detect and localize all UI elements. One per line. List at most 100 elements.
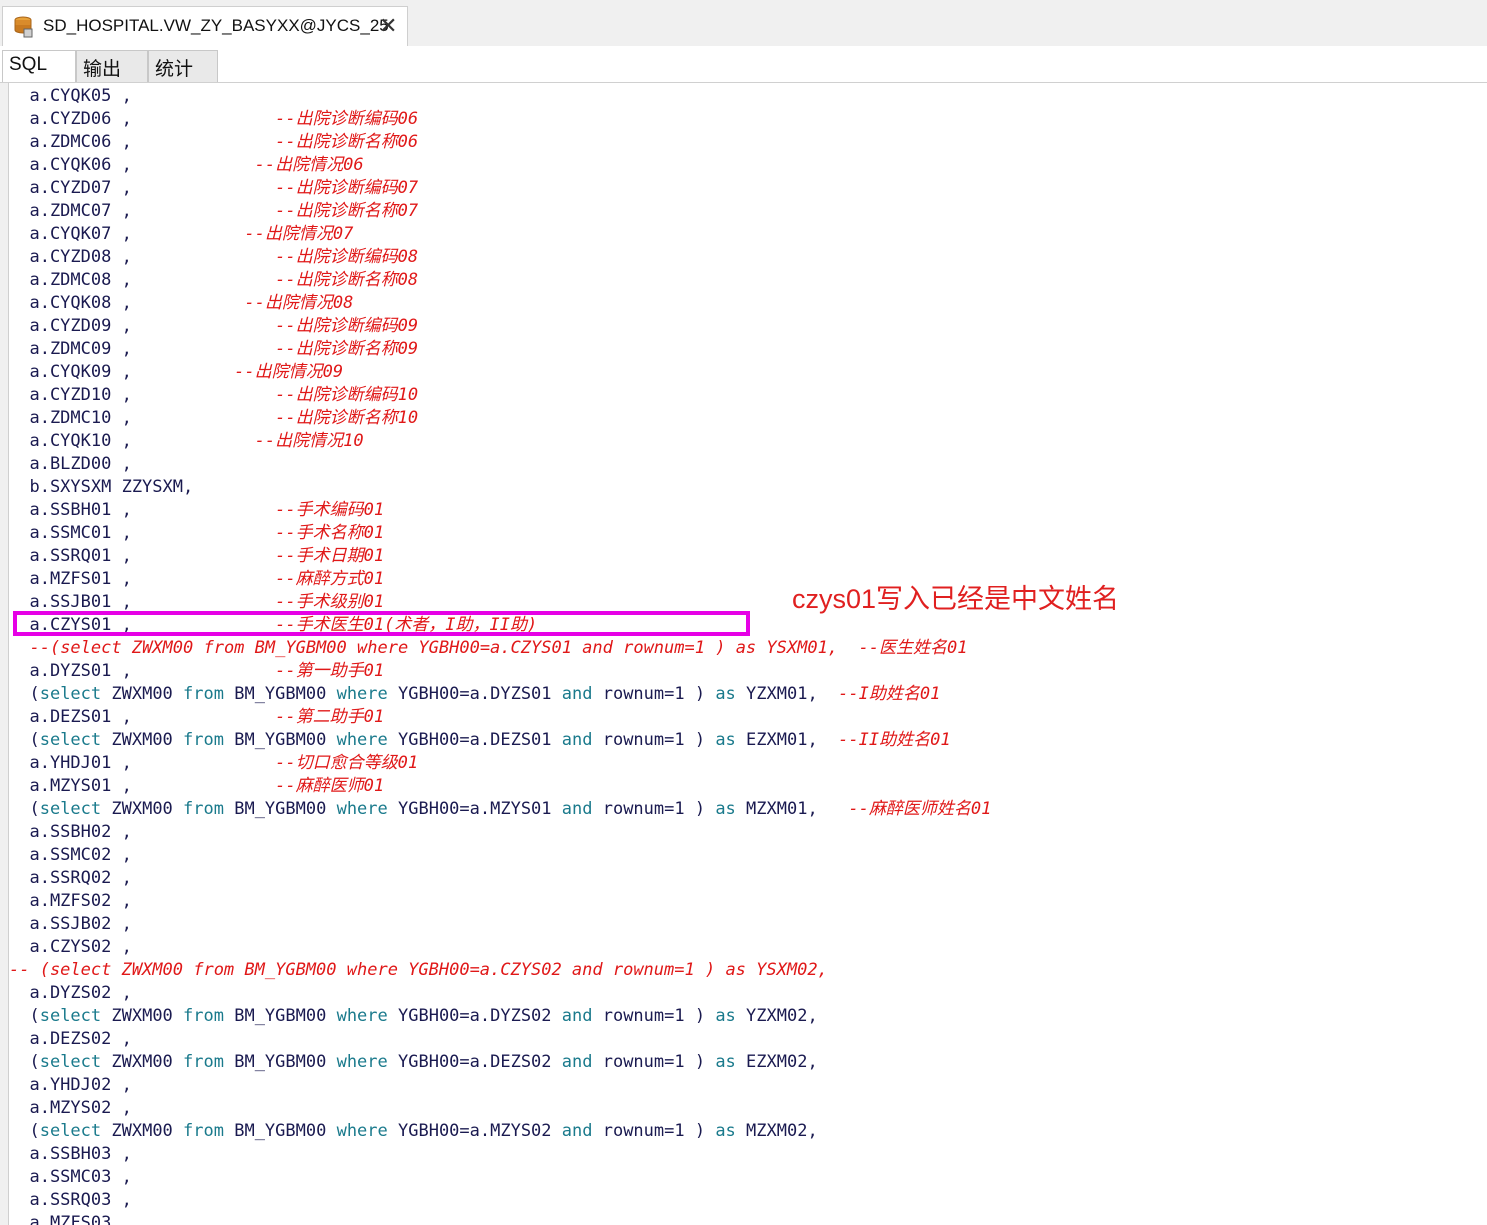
code-text: (	[9, 684, 40, 704]
code-text: rownum=1 )	[592, 1052, 716, 1072]
code-text: a.CZYS02 ,	[9, 937, 132, 957]
code-keyword: and	[561, 684, 593, 704]
code-text: a.SSMC02 ,	[9, 845, 132, 865]
code-text: YGBH00=a.MZYS02	[387, 1121, 562, 1141]
code-keyword: as	[715, 1052, 736, 1072]
code-text: a.SSJB01 ,	[9, 592, 276, 612]
code-keyword: from	[183, 799, 224, 819]
code-text: a.CYQK08 ,	[9, 293, 245, 313]
code-text: a.CYZD09 ,	[9, 316, 276, 336]
code-line: a.SSBH03 ,	[9, 1143, 132, 1166]
code-keyword: where	[336, 1006, 388, 1026]
code-text: (	[9, 799, 40, 819]
code-text: a.MZFS01 ,	[9, 569, 276, 589]
document-tab[interactable]: SD_HOSPITAL.VW_ZY_BASYXX@JYCS_25 ✕	[2, 6, 408, 46]
code-keyword: where	[336, 799, 388, 819]
code-line: a.BLZD00 ,	[9, 453, 132, 476]
code-text: a.ZDMC10 ,	[9, 408, 276, 428]
code-comment: --出院诊断编码08	[275, 247, 419, 267]
code-line: a.SSMC02 ,	[9, 844, 132, 867]
code-keyword: select	[39, 684, 102, 704]
code-text: rownum=1 )	[592, 684, 716, 704]
code-comment: --切口愈合等级01	[275, 753, 419, 773]
code-text: ZWXM00	[101, 1006, 184, 1026]
code-comment: --麻醉方式01	[275, 569, 385, 589]
code-text: YZXM02,	[735, 1006, 818, 1026]
code-comment: --手术编码01	[275, 500, 385, 520]
document-tab-title: SD_HOSPITAL.VW_ZY_BASYXX@JYCS_25	[43, 16, 389, 35]
code-text: YGBH00=a.DEZS02	[387, 1052, 562, 1072]
code-text: a.BLZD00 ,	[9, 454, 132, 474]
code-line: a.SSMC03 ,	[9, 1166, 132, 1189]
code-text: ZWXM00	[101, 1052, 184, 1072]
code-text: a.ZDMC07 ,	[9, 201, 276, 221]
code-text: rownum=1 )	[592, 730, 716, 750]
code-text: a.SSBH01 ,	[9, 500, 276, 520]
code-keyword: select	[39, 799, 102, 819]
code-keyword: select	[39, 1052, 102, 1072]
code-text: a.DYZS01 ,	[9, 661, 276, 681]
code-line: a.SSMC01 , --手术名称01	[9, 522, 384, 545]
code-keyword: select	[39, 1006, 102, 1026]
code-line: a.SSJB01 , --手术级别01	[9, 591, 384, 614]
code-comment: --(select ZWXM00 from BM_YGBM00 where YG…	[29, 638, 968, 658]
code-text: a.SSBH03 ,	[9, 1144, 132, 1164]
code-keyword: where	[336, 730, 388, 750]
code-keyword: as	[715, 730, 736, 750]
code-keyword: from	[183, 1052, 224, 1072]
code-text: a.CYZD08 ,	[9, 247, 276, 267]
code-comment: --出院情况08	[244, 293, 354, 313]
code-line: (select ZWXM00 from BM_YGBM00 where YGBH…	[9, 1051, 818, 1074]
sql-editor[interactable]: a.CYQK05 , a.CYZD06 , --出院诊断编码06 a.ZDMC0…	[8, 83, 1487, 1225]
code-comment: --I助姓名01	[838, 684, 941, 704]
code-text: a.ZDMC08 ,	[9, 270, 276, 290]
code-keyword: select	[39, 730, 102, 750]
code-text: BM_YGBM00	[223, 730, 337, 750]
code-text: YGBH00=a.DYZS01	[387, 684, 562, 704]
code-comment: --出院诊断名称09	[275, 339, 419, 359]
code-line: a.MZFS02 ,	[9, 890, 132, 913]
code-line: a.MZFS03	[9, 1212, 111, 1225]
code-line: a.MZFS01 , --麻醉方式01	[9, 568, 384, 591]
code-text: a.SSMC01 ,	[9, 523, 276, 543]
code-line: a.CYZD07 , --出院诊断编码07	[9, 177, 418, 200]
code-comment: --出院情况09	[234, 362, 344, 382]
tab-output[interactable]: 输出	[76, 50, 148, 82]
code-line: a.YHDJ02 ,	[9, 1074, 131, 1097]
code-keyword: from	[183, 684, 224, 704]
tab-sql[interactable]: SQL	[2, 50, 76, 82]
code-line: (select ZWXM00 from BM_YGBM00 where YGBH…	[9, 1005, 818, 1028]
code-line: -- (select ZWXM00 from BM_YGBM00 where Y…	[9, 959, 828, 982]
code-line: a.SSBH02 ,	[9, 821, 131, 844]
code-text: EZXM02,	[735, 1052, 818, 1072]
code-comment: --麻醉医师01	[275, 776, 385, 796]
code-line: a.ZDMC10 , --出院诊断名称10	[9, 407, 418, 430]
code-text: a.CYZD07 ,	[9, 178, 276, 198]
code-text: a.MZFS03	[9, 1213, 112, 1225]
code-text: EZXM01,	[735, 730, 839, 750]
tab-statistics[interactable]: 统计表	[148, 50, 218, 107]
code-line: a.CYZD06 , --出院诊断编码06	[9, 108, 418, 131]
code-text: BM_YGBM00	[223, 684, 337, 704]
code-text: YZXM01,	[735, 684, 839, 704]
code-text: rownum=1 )	[592, 799, 716, 819]
code-line: (select ZWXM00 from BM_YGBM00 where YGBH…	[9, 729, 950, 752]
code-text: a.CYQK10 ,	[9, 431, 255, 451]
code-line: a.ZDMC06 , --出院诊断名称06	[9, 131, 418, 154]
title-bar: SD_HOSPITAL.VW_ZY_BASYXX@JYCS_25 ✕	[0, 0, 1487, 46]
code-text: a.CYZD06 ,	[9, 109, 276, 129]
code-comment: --手术名称01	[275, 523, 385, 543]
code-text: (	[9, 1052, 40, 1072]
code-comment: --出院诊断编码06	[275, 109, 419, 129]
code-comment: --麻醉医师姓名01	[848, 799, 992, 819]
code-keyword: and	[561, 1052, 593, 1072]
code-text: YGBH00=a.MZYS01	[387, 799, 562, 819]
code-text: a.MZFS02 ,	[9, 891, 132, 911]
code-line: a.CYQK09 , --出院情况09	[9, 361, 343, 384]
code-comment: --出院诊断编码09	[275, 316, 419, 336]
code-line: a.SSRQ01 , --手术日期01	[9, 545, 384, 568]
code-text: a.SSMC03 ,	[9, 1167, 132, 1187]
close-icon[interactable]: ✕	[379, 13, 397, 39]
code-text: MZXM02,	[735, 1121, 818, 1141]
code-keyword: as	[715, 799, 736, 819]
